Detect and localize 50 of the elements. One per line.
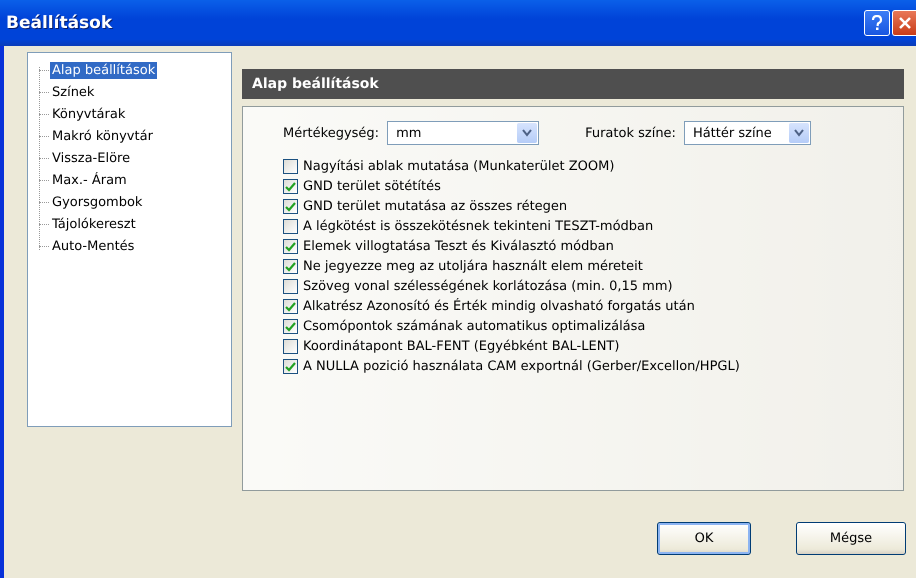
checkbox-label: GND terület mutatása az összes rétegen [303,199,568,214]
checkbox-label: GND terület sötétítés [303,179,441,194]
checkmark-icon [285,322,296,332]
checkbox[interactable] [283,299,298,314]
close-icon [898,16,912,30]
checkbox[interactable] [283,159,298,174]
checkbox-label: Alkatrész Azonosító és Érték mindig olvasható forgatás után [303,299,695,314]
checkmark-icon [285,242,296,252]
checkbox[interactable] [283,259,298,274]
tree-item[interactable]: Vissza-Elöre [50,150,132,166]
checkbox-label: A NULLA pozició használata CAM exportnál (Gerber/Excellon/HPGL) [303,359,740,374]
checkbox[interactable] [283,319,298,334]
tree-item[interactable]: Könyvtárak [50,106,128,122]
checkbox[interactable] [283,339,298,354]
tree-item[interactable]: Színek [50,84,96,100]
checkbox[interactable] [283,179,298,194]
checkbox-label: Nagyítási ablak mutatása (Munkaterület ZOOM) [303,159,614,174]
window-title: Beállítások [6,13,114,33]
checkbox[interactable] [283,239,298,254]
checkbox-label: Szöveg vonal szélességének korlátozása (min. 0,15 mm) [303,279,673,294]
checkbox-label: Koordinátapont BAL-FENT (Egyébként BAL-LENT) [303,339,620,354]
checkmark-icon [285,202,296,212]
hole-color-dropdown[interactable]: Háttér színe [684,121,811,145]
tree-item[interactable]: Alap beállítások [50,62,158,78]
checkbox[interactable] [283,219,298,234]
checkbox[interactable] [283,199,298,214]
checkmark-icon [285,182,296,192]
unit-dropdown[interactable]: mm [387,121,540,145]
checkbox-label: Elemek villogtatása Teszt és Kiválasztó módban [303,239,614,254]
tree-item[interactable]: Gyorsgombok [50,194,144,210]
panel-header: Alap beállítások [242,69,904,99]
checkbox-label: A légkötést is összekötésnek tekinteni TESZT-módban [303,219,654,234]
tree-item[interactable]: Makró könyvtár [50,128,155,144]
checkmark-icon [285,362,296,372]
field-label: Furatok színe: [585,126,676,140]
checkmark-icon [285,302,296,312]
cancel-button[interactable]: Mégse [796,522,906,554]
checkbox-label: Ne jegyezze meg az utoljára használt elem méreteit [303,259,643,274]
tree-item[interactable]: Auto-Mentés [50,238,136,254]
tree-item[interactable]: Tájolókereszt [50,216,138,232]
checkbox-label: Csomópontok számának automatikus optimalizálása [303,319,646,334]
tree-item[interactable]: Max.- Áram [50,172,129,188]
checkmark-icon [285,262,296,272]
checkbox[interactable] [283,279,298,294]
checkbox[interactable] [283,359,298,374]
help-button[interactable] [864,10,890,36]
field-label: Mértékegység: [283,126,380,140]
help-icon [871,15,883,31]
close-button[interactable] [892,10,916,36]
ok-button[interactable]: OK [657,522,751,554]
